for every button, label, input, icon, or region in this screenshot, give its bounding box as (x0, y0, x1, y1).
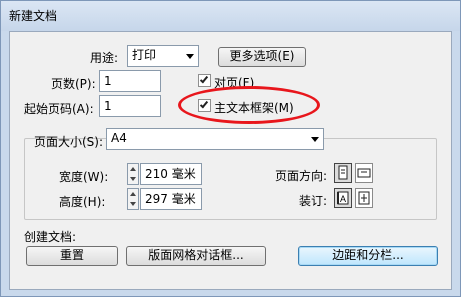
margins-columns-label: 边距和分栏... (332, 248, 404, 262)
purpose-label: 用途: (90, 51, 119, 65)
pages-value: 1 (104, 74, 112, 88)
dialog-body: 用途: 打印 更多选项(E) 页数(P): 1 对页(F) 起始页码(A): 1… (9, 31, 452, 290)
check-icon (199, 74, 209, 84)
left-binding-icon[interactable]: A (334, 188, 352, 208)
chevron-down-icon (186, 54, 194, 59)
width-input[interactable]: 210 毫米 (140, 163, 202, 185)
start-page-value: 1 (104, 99, 112, 113)
binding-label: 装订: (299, 194, 328, 208)
portrait-orientation-icon[interactable] (334, 163, 352, 183)
new-document-dialog: 新建文档 用途: 打印 更多选项(E) 页数(P): 1 对页(F) 起始页码(… (0, 0, 461, 297)
spin-up-icon (130, 167, 136, 171)
pages-input[interactable]: 1 (99, 70, 161, 92)
svg-text:A: A (340, 194, 346, 204)
layout-grid-label: 版面网格对话框... (148, 248, 244, 262)
landscape-glyph (357, 168, 371, 178)
spin-down-icon (130, 177, 136, 181)
page-size-select[interactable]: A4 (106, 128, 324, 150)
red-annotation-ellipse (178, 86, 320, 124)
width-value: 210 毫米 (145, 167, 196, 181)
right-binding-icon[interactable] (355, 188, 373, 208)
chevron-down-icon (311, 137, 319, 142)
spin-up-icon (130, 192, 136, 196)
title-bar: 新建文档 (1, 1, 460, 31)
start-page-label: 起始页码(A): (24, 102, 94, 116)
pages-label: 页数(P): (51, 77, 96, 91)
height-input[interactable]: 297 毫米 (140, 188, 202, 210)
page-size-value: A4 (111, 131, 127, 145)
create-document-label: 创建文档: (24, 230, 77, 244)
start-page-input[interactable]: 1 (99, 95, 161, 117)
margins-columns-button[interactable]: 边距和分栏... (298, 246, 438, 266)
more-options-label: 更多选项(E) (229, 49, 295, 63)
portrait-glyph (338, 165, 348, 180)
facing-pages-checkbox[interactable] (198, 74, 211, 87)
orientation-label: 页面方向: (275, 169, 328, 183)
more-options-button[interactable]: 更多选项(E) (218, 47, 306, 67)
height-spinner[interactable] (127, 188, 139, 210)
layout-grid-dialog-button[interactable]: 版面网格对话框... (126, 246, 266, 266)
landscape-orientation-icon[interactable] (355, 163, 373, 183)
left-binding-glyph: A (337, 191, 349, 205)
width-spinner[interactable] (127, 163, 139, 185)
spin-down-icon (130, 202, 136, 206)
width-label: 宽度(W): (59, 170, 109, 184)
height-value: 297 毫米 (145, 192, 196, 206)
dialog-title: 新建文档 (9, 9, 58, 23)
reset-label: 重置 (59, 248, 84, 262)
purpose-value: 打印 (132, 48, 157, 62)
height-label: 高度(H): (59, 195, 106, 209)
page-size-label: 页面大小(S): (34, 135, 104, 149)
purpose-select[interactable]: 打印 (127, 45, 199, 67)
reset-button[interactable]: 重置 (26, 246, 118, 266)
right-binding-glyph (358, 191, 370, 205)
